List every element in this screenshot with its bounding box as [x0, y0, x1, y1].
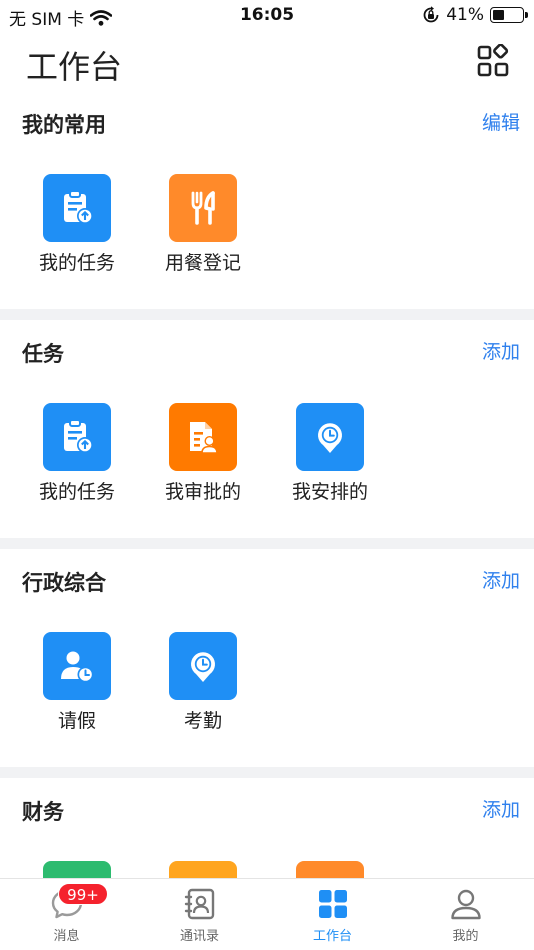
app-item-leave[interactable]: 请假 [22, 632, 132, 732]
app-item-my-approvals[interactable]: 我审批的 [148, 403, 258, 503]
tab-bar: 99+ 消息 通讯录 工作台 我的 [0, 878, 534, 950]
app-label: 我的任务 [38, 252, 115, 274]
apps-grid-icon[interactable] [476, 44, 510, 78]
user-clock-icon [43, 632, 111, 700]
tab-contacts[interactable]: 通讯录 [133, 879, 266, 950]
section-title: 财务 [22, 800, 64, 824]
task-upload-icon [43, 403, 111, 471]
app-label: 我的任务 [38, 481, 115, 503]
rotation-lock-icon [423, 6, 439, 23]
task-upload-icon [43, 174, 111, 242]
finance-app-icon [169, 861, 237, 878]
app-item-my-arrangements[interactable]: 我安排的 [275, 403, 385, 503]
app-label: 请假 [57, 710, 96, 732]
add-button[interactable]: 添加 [482, 566, 520, 593]
app-item-my-tasks[interactable]: 我的任务 [22, 174, 132, 274]
section-divider [0, 538, 534, 549]
section-admin: 行政综合 添加 请假 考勤 [0, 549, 534, 767]
battery-fill [493, 10, 505, 20]
finance-app-icon [43, 861, 111, 878]
tab-me[interactable]: 我的 [399, 879, 532, 950]
tab-messages[interactable]: 99+ 消息 [0, 879, 133, 950]
section-divider [0, 309, 534, 320]
app-label: 用餐登记 [164, 252, 241, 274]
app-item-finance-2[interactable] [148, 861, 258, 878]
section-title: 行政综合 [22, 571, 106, 595]
app-label: 考勤 [183, 710, 222, 732]
section-frequent: 我的常用 编辑 我的任务 用餐登记 [0, 92, 534, 309]
section-finance: 财务 添加 [0, 778, 534, 878]
section-title: 我的常用 [22, 113, 106, 137]
tab-label: 工作台 [312, 929, 352, 944]
section-divider [0, 767, 534, 778]
fork-knife-icon [169, 174, 237, 242]
status-bar: 无 SIM 卡 16:05 41% [0, 0, 534, 30]
app-item-my-tasks[interactable]: 我的任务 [22, 403, 132, 503]
edit-button[interactable]: 编辑 [482, 108, 520, 135]
tab-label: 通讯录 [179, 929, 219, 944]
app-label: 我安排的 [291, 481, 368, 503]
page-title: 工作台 [26, 48, 123, 86]
finance-app-icon [296, 861, 364, 878]
clock-pin-icon [296, 403, 364, 471]
tab-label: 消息 [53, 929, 80, 944]
app-item-meal-registration[interactable]: 用餐登记 [148, 174, 258, 274]
contacts-book-icon [184, 888, 214, 920]
battery-percent: 41% [446, 5, 484, 25]
section-tasks: 任务 添加 我的任务 我审批的 我安排的 [0, 320, 534, 538]
app-label: 我审批的 [164, 481, 241, 503]
app-item-attendance[interactable]: 考勤 [148, 632, 258, 732]
tab-label: 我的 [452, 929, 479, 944]
grid-apps-icon [318, 890, 347, 918]
add-button[interactable]: 添加 [482, 337, 520, 364]
add-button[interactable]: 添加 [482, 795, 520, 822]
person-icon [450, 889, 481, 920]
tab-workbench[interactable]: 工作台 [266, 879, 399, 950]
header: 工作台 [0, 30, 534, 92]
approval-doc-icon [169, 403, 237, 471]
app-item-finance-1[interactable] [22, 861, 132, 878]
clock-pin-icon [169, 632, 237, 700]
unread-badge: 99+ [58, 883, 108, 905]
battery-icon [490, 7, 528, 23]
section-title: 任务 [22, 342, 64, 366]
app-item-finance-3[interactable] [275, 861, 385, 878]
